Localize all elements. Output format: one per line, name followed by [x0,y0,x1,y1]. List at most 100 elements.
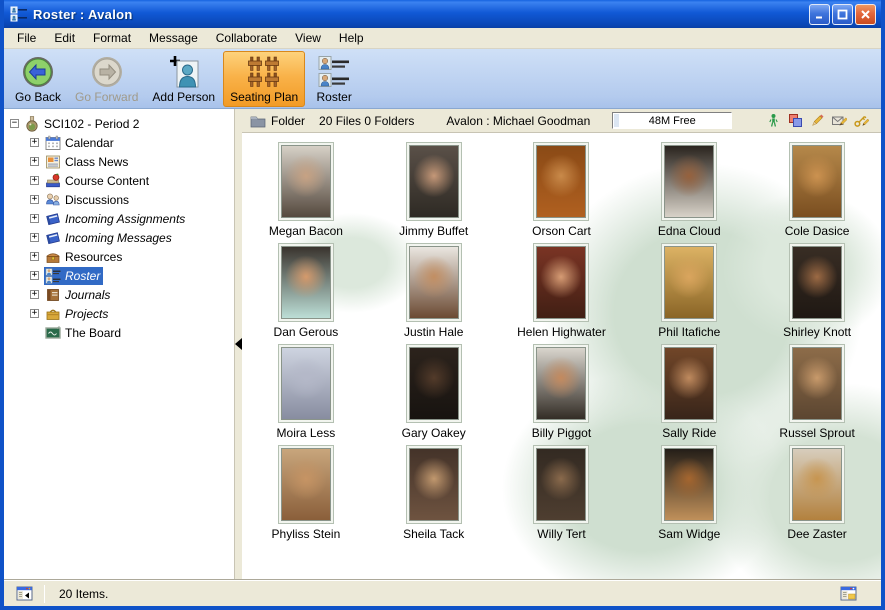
student-russel-sprout[interactable]: Russel Sprout [753,344,881,445]
student-gary-oakey[interactable]: Gary Oakey [370,344,498,445]
tree-item-label: Resources [65,250,122,264]
panel-splitter[interactable] [234,109,242,580]
student-name: Dan Gerous [274,325,339,339]
student-photo-frame [278,445,334,524]
collapse-expander[interactable]: − [10,119,19,128]
tree-root-sci102[interactable]: −SCI102 - Period 2 [4,114,234,133]
student-dee-zaster[interactable]: Dee Zaster [753,445,881,546]
add-person-button[interactable]: Add Person [146,51,221,107]
roster-list-icon [317,55,351,89]
expand-expander[interactable]: + [30,195,39,204]
expand-expander[interactable]: + [30,271,39,280]
toolbar-button-label: Go Forward [75,90,138,104]
tree-item-the-board[interactable]: +The Board [4,323,234,342]
student-photo-frame [406,344,462,423]
key-compose-icon[interactable] [854,113,869,128]
layout-view-icon[interactable] [840,591,857,605]
expand-expander[interactable]: + [30,309,39,318]
student-phyliss-stein[interactable]: Phyliss Stein [242,445,370,546]
expand-expander[interactable]: + [30,252,39,261]
menu-view[interactable]: View [286,29,330,47]
seating-plan-button[interactable]: Seating Plan [223,51,305,107]
expand-expander[interactable]: + [30,214,39,223]
student-orson-cart[interactable]: Orson Cart [498,142,626,243]
tree-item-label: Calendar [65,136,114,150]
student-photo-frame [661,243,717,322]
expand-expander[interactable]: + [30,233,39,242]
menu-message[interactable]: Message [140,29,207,47]
student-megan-bacon[interactable]: Megan Bacon [242,142,370,243]
tree-item-course-content[interactable]: +Course Content [4,171,234,190]
tree-item-incoming-messages[interactable]: + Incoming Messages [4,228,234,247]
student-photo-frame [533,142,589,221]
student-sally-ride[interactable]: Sally Ride [625,344,753,445]
student-name: Phyliss Stein [272,527,341,541]
add-person-icon [167,55,201,89]
student-jimmy-buffet[interactable]: Jimmy Buffet [370,142,498,243]
tree-item-discussions[interactable]: + Discussions [4,190,234,209]
student-cole-dasice[interactable]: Cole Dasice [753,142,881,243]
student-phil-itafiche[interactable]: Phil Itafiche [625,243,753,344]
layers-icon[interactable] [788,113,803,128]
menu-format[interactable]: Format [84,29,140,47]
expand-expander[interactable]: + [30,157,39,166]
tree-item-roster[interactable]: +Roster [4,266,234,285]
tree-item-journals[interactable]: +Journals [4,285,234,304]
student-name: Moira Less [277,426,336,440]
student-name: Dee Zaster [787,527,846,541]
toolbar-button-label: Add Person [152,90,215,104]
student-dan-gerous[interactable]: Dan Gerous [242,243,370,344]
student-photo-frame [278,344,334,423]
toggle-panel-icon[interactable] [16,585,33,602]
items-count-label: 20 Items. [59,587,108,601]
menu-file[interactable]: File [8,29,45,47]
roster-button[interactable]: Roster [307,51,361,107]
menu-edit[interactable]: Edit [45,29,84,47]
student-willy-tert[interactable]: Willy Tert [498,445,626,546]
student-photo-frame [789,344,845,423]
mail-compose-icon[interactable] [832,113,847,128]
tree-item-label: Incoming Messages [65,231,172,245]
menu-help[interactable]: Help [330,29,373,47]
student-sheila-tack[interactable]: Sheila Tack [370,445,498,546]
tree-item-class-news[interactable]: + Class News [4,152,234,171]
student-helen-highwater[interactable]: Helen Highwater [498,243,626,344]
news-icon [45,154,61,170]
tree-item-calendar[interactable]: + Calendar [4,133,234,152]
student-shirley-knott[interactable]: Shirley Knott [753,243,881,344]
student-justin-hale[interactable]: Justin Hale [370,243,498,344]
person-icon[interactable] [766,113,781,128]
student-photo-frame [789,243,845,322]
menu-collaborate[interactable]: Collaborate [207,29,286,47]
toolbar-button-label: Seating Plan [230,90,298,104]
student-photo-frame [406,243,462,322]
tree-item-label: Class News [65,155,128,169]
student-moira-less[interactable]: Moira Less [242,344,370,445]
tree-item-projects[interactable]: +Projects [4,304,234,323]
tree-item-resources[interactable]: + Resources [4,247,234,266]
book-icon [45,211,61,227]
go-back-button[interactable]: Go Back [9,51,67,107]
pencil-icon[interactable] [810,113,825,128]
expand-expander[interactable]: + [30,176,39,185]
student-photo-frame [661,142,717,221]
go-forward-button[interactable]: Go Forward [69,51,144,107]
toolbar-button-label: Roster [317,90,352,104]
account-label: Avalon : Michael Goodman [446,114,590,128]
student-sam-widge[interactable]: Sam Widge [625,445,753,546]
expand-expander[interactable]: + [30,290,39,299]
tree-item-label: Discussions [65,193,129,207]
student-billy-piggot[interactable]: Billy Piggot [498,344,626,445]
tree-item-label: Incoming Assignments [65,212,185,226]
student-photo-frame [278,142,334,221]
tree-item-label: The Board [65,326,121,340]
app-window: Roster : Avalon FileEditFormatMessageCol… [0,0,885,610]
minimize-button[interactable] [809,4,830,25]
student-edna-cloud[interactable]: Edna Cloud [625,142,753,243]
tree-item-incoming-assignments[interactable]: + Incoming Assignments [4,209,234,228]
student-name: Orson Cart [532,224,591,238]
resources-icon [45,249,61,265]
expand-expander[interactable]: + [30,138,39,147]
maximize-button[interactable] [832,4,853,25]
close-button[interactable] [855,4,876,25]
